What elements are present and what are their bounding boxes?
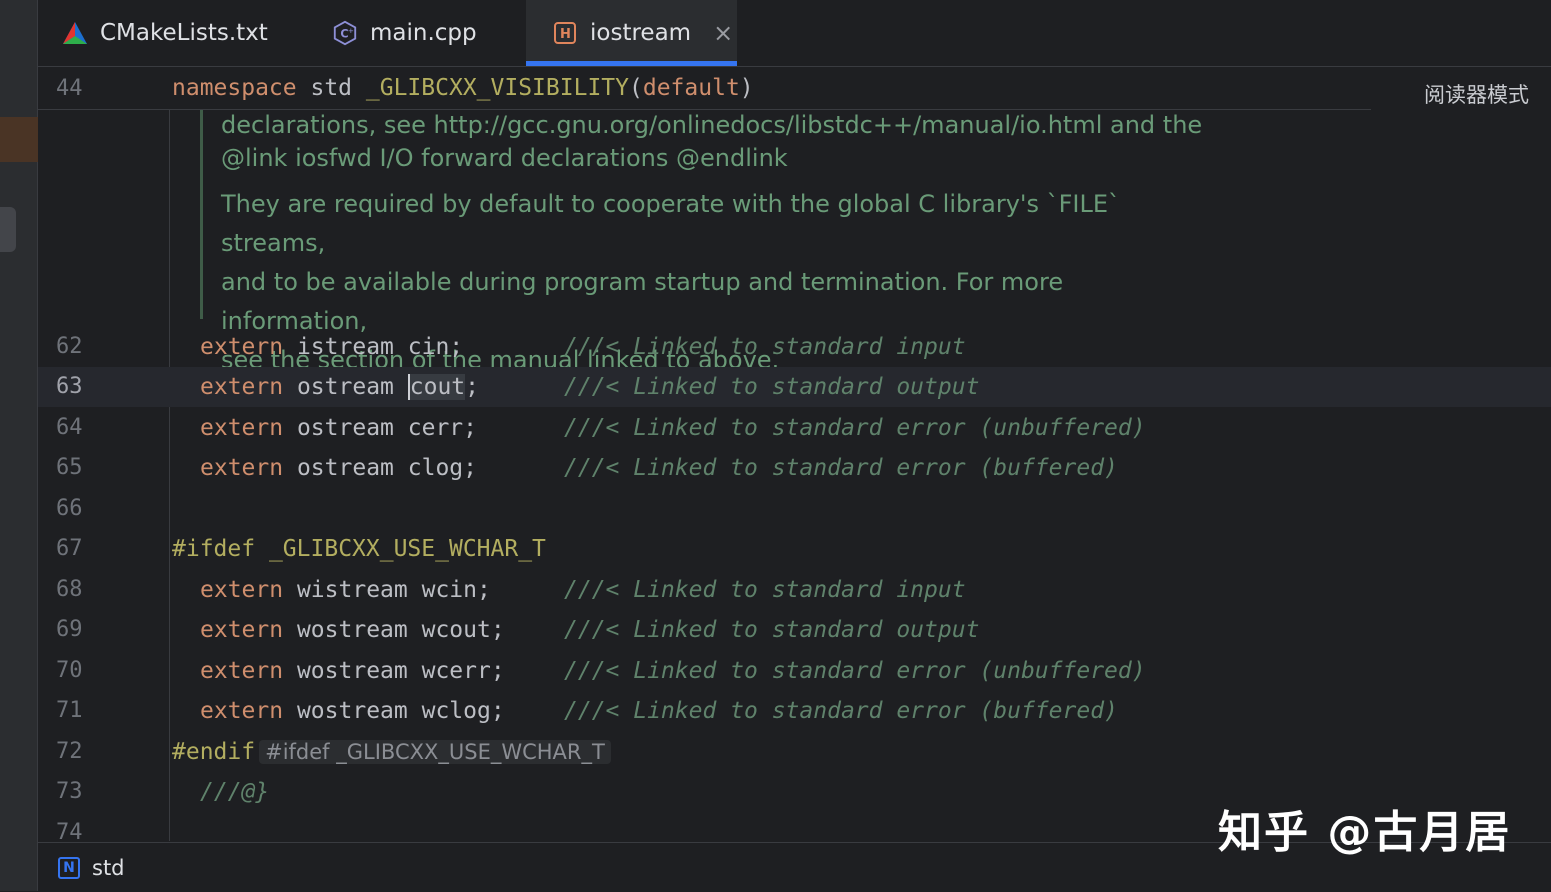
tab-label: iostream <box>590 20 692 46</box>
inlay-hint: #ifdef _GLIBCXX_USE_WCHAR_T <box>259 740 611 764</box>
code-line: extern wistream wcin; <box>200 577 491 603</box>
code-line: #ifdef _GLIBCXX_USE_WCHAR_T <box>172 536 546 562</box>
close-icon[interactable]: × <box>713 19 733 47</box>
tab-label: CMakeLists.txt <box>100 20 268 46</box>
code-line: extern wostream wcout; <box>200 617 505 643</box>
scroll-marker[interactable] <box>0 207 16 252</box>
indent-guide <box>169 109 170 841</box>
line-number: 66 <box>56 496 83 521</box>
doc-comment: ///< Linked to standard input <box>564 334 966 360</box>
doc-text: They are required by default to cooperat… <box>221 190 1121 257</box>
cmake-icon <box>62 20 88 46</box>
line-number: 67 <box>56 536 83 561</box>
code-line: extern ostream cout; <box>200 374 479 400</box>
rendered-doc-comment: declarations, see http://gcc.gnu.org/onl… <box>200 109 1203 374</box>
line-number-current: 63 <box>56 374 83 399</box>
code-line: extern wostream wclog; <box>200 698 505 724</box>
doc-comment: ///< Linked to standard output <box>564 617 980 643</box>
bookmark-marker[interactable] <box>0 117 38 162</box>
tab-main-cpp[interactable]: C + main.cpp <box>332 0 522 66</box>
sticky-scroll-header[interactable]: 44 namespace std _GLIBCXX_VISIBILITY(def… <box>38 67 1371 110</box>
header-file-icon: H <box>552 20 578 46</box>
doc-comment: ///< Linked to standard error (unbuffere… <box>564 415 1146 441</box>
tab-iostream[interactable]: H iostream × <box>526 0 737 66</box>
doc-text: @link iosfwd I/O forward declarations @e… <box>221 144 788 172</box>
code-line: extern istream cin; <box>200 334 464 360</box>
doc-comment: ///< Linked to standard error (buffered) <box>564 455 1118 481</box>
line-number: 62 <box>56 334 83 359</box>
code-line: extern wostream wcerr; <box>200 658 505 684</box>
tab-cmakelists[interactable]: CMakeLists.txt <box>62 0 292 66</box>
sticky-code-line: namespace std _GLIBCXX_VISIBILITY(defaul… <box>172 75 754 101</box>
reader-mode-button[interactable]: 阅读器模式 <box>1424 79 1529 109</box>
line-number: 65 <box>56 455 83 480</box>
breadcrumb-namespace[interactable]: std <box>92 856 125 880</box>
line-number: 70 <box>56 658 83 683</box>
code-editor[interactable]: 44 namespace std _GLIBCXX_VISIBILITY(def… <box>38 67 1551 841</box>
svg-text:+: + <box>348 26 354 35</box>
code-line: #endif #ifdef _GLIBCXX_USE_WCHAR_T <box>172 732 611 772</box>
line-number: 74 <box>56 820 83 841</box>
line-number: 69 <box>56 617 83 642</box>
doc-comment: ///< Linked to standard error (unbuffere… <box>564 658 1146 684</box>
line-number: 64 <box>56 415 83 440</box>
svg-text:H: H <box>560 27 571 42</box>
cpp-file-icon: C + <box>332 20 358 46</box>
tab-label: main.cpp <box>370 20 477 46</box>
line-number: 68 <box>56 577 83 602</box>
line-number: 44 <box>56 76 83 101</box>
line-number: 72 <box>56 739 83 764</box>
namespace-icon: N <box>58 856 80 879</box>
doc-text: declarations, see http://gcc.gnu.org/onl… <box>221 111 1203 139</box>
doc-comment: ///< Linked to standard error (buffered) <box>564 698 1118 724</box>
code-line: extern ostream cerr; <box>200 415 477 441</box>
line-number: 73 <box>56 779 83 804</box>
code-line: extern ostream clog; <box>200 455 477 481</box>
doc-comment: ///< Linked to standard output <box>564 374 980 400</box>
line-number: 71 <box>56 698 83 723</box>
doc-comment: ///< Linked to standard input <box>564 577 966 603</box>
watermark: 知乎 @古月居 <box>1218 807 1512 858</box>
editor-tab-bar: CMakeLists.txt C + main.cpp H iostream × <box>38 0 1551 67</box>
tool-window-strip <box>0 0 38 891</box>
text-caret: cout <box>407 374 466 400</box>
doc-comment: ///@} <box>200 779 270 805</box>
